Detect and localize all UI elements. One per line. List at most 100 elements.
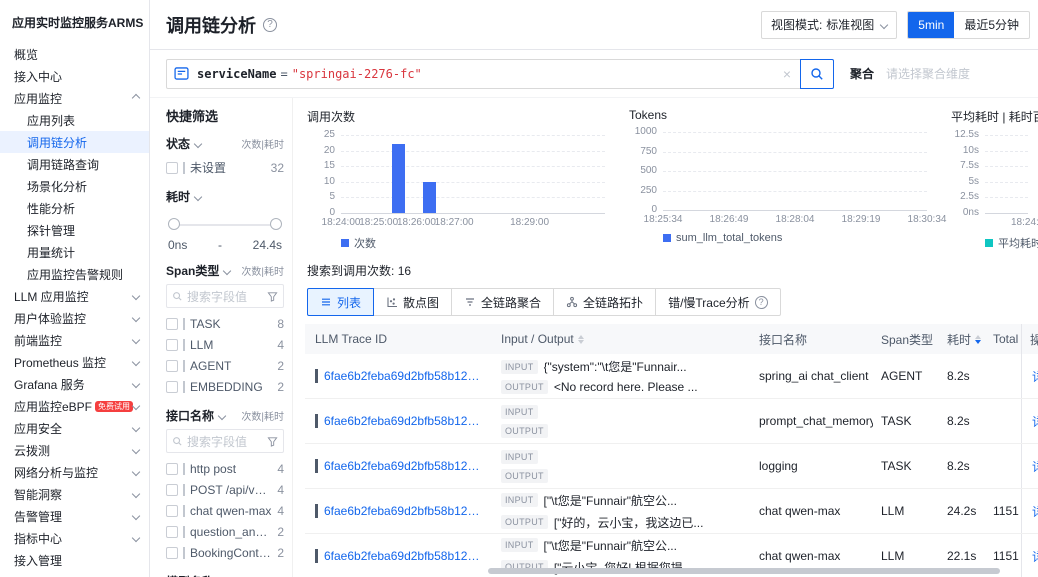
checkbox[interactable] [166,463,178,475]
chevron-down-icon [194,139,202,147]
aggregate-select[interactable]: 请选择聚合维度 [886,65,970,82]
sidebar-item[interactable]: Prometheus 监控 [0,351,149,373]
trace-id-link[interactable]: 6fae6b2feba69d2bfb58b12d5f9c4080 [324,414,485,428]
sidebar-item[interactable]: 告警管理 [0,505,149,527]
sidebar-item[interactable]: 网络分析与监控 [0,461,149,483]
col-span-type[interactable]: Span类型 [873,324,939,354]
col-input-output[interactable]: Input / Output [493,324,751,354]
search-button[interactable] [800,59,834,89]
filter-section-header[interactable]: 模型名称次数|耗时 [166,573,284,577]
filter-icon[interactable] [267,436,278,447]
filter-option[interactable]: http post4 [166,458,284,479]
sidebar-item[interactable]: LLM 应用监控 [0,285,149,307]
clear-icon[interactable]: × [774,66,800,82]
filter-search-input[interactable]: 搜索字段值 [166,284,284,308]
tab-scatter[interactable]: 散点图 [373,288,452,316]
horizontal-scrollbar[interactable] [488,568,1000,574]
sidebar-item[interactable]: Grafana 服务 [0,373,149,395]
checkbox[interactable] [166,505,178,517]
filter-option[interactable]: POST /api/v1/services...4 [166,479,284,500]
sidebar-item[interactable]: 前端监控 [0,329,149,351]
time-range-label[interactable]: 最近5分钟 [954,12,1029,38]
filter-option[interactable]: TASK8 [166,313,284,334]
filter-search-input[interactable]: 搜索字段值 [166,429,284,453]
sidebar-item[interactable]: 应用监控告警规则 [0,263,149,285]
sidebar-item[interactable]: 用户体验监控 [0,307,149,329]
sidebar-item[interactable]: 用量统计 [0,241,149,263]
filter-option[interactable]: BookingController.get... 2 [166,542,284,563]
col-trace-id[interactable]: LLM Trace ID [305,324,493,354]
time-quick-button[interactable]: 5min [908,12,954,38]
sort-icon[interactable] [578,335,584,344]
help-icon[interactable]: ? [755,296,768,309]
filter-section-header[interactable]: 状态次数|耗时 [166,135,284,152]
chart-legend[interactable]: sum_llm_total_tokens [663,232,937,244]
sidebar-item[interactable]: 调用链路查询 [0,153,149,175]
sidebar-item[interactable]: 指标中心 [0,527,149,549]
chart-legend[interactable]: 次数 [341,235,615,251]
checkbox[interactable] [166,547,178,559]
duration-slider[interactable] [168,215,282,235]
view-mode-value: 标准视图 [826,16,874,33]
tab-full-link-topology[interactable]: 全链路拓扑 [553,288,656,316]
trace-query-input[interactable]: serviceName="springai-2276-fc" × [166,59,834,89]
io-line: OUTPUT [501,424,554,438]
help-icon[interactable]: ? [263,18,277,32]
filter-section-header[interactable]: Span类型次数|耗时 [166,262,284,279]
sidebar-item[interactable]: 场景化分析 [0,175,149,197]
query-mode-icon[interactable] [174,66,189,81]
trace-id-link[interactable]: 6fae6b2feba69d2bfb58b12d5f9c4080 [324,459,485,473]
tab-full-link-aggregation[interactable]: 全链路聚合 [451,288,554,316]
details-link[interactable]: 详情 [1032,548,1038,565]
checkbox[interactable] [166,526,178,538]
sidebar-item[interactable]: 接入中心 [0,65,149,87]
filter-option[interactable]: chat qwen-max4 [166,500,284,521]
sidebar-item[interactable]: 应用安全 [0,417,149,439]
sidebar-item[interactable]: 应用监控eBPF版免费试用 [0,395,149,417]
tab-error-slow-trace[interactable]: 错/慢Trace分析 ? [655,288,781,316]
filter-option[interactable]: question_answer2 [166,521,284,542]
filter-section-header[interactable]: 耗时 [166,188,284,205]
checkbox[interactable] [166,381,178,393]
sidebar-item[interactable]: 智能洞察 [0,483,149,505]
checkbox[interactable] [166,318,178,330]
checkbox[interactable] [166,339,178,351]
filter-option[interactable]: 未设置32 [166,157,284,178]
filter-section-header[interactable]: 接口名称次数|耗时 [166,407,284,424]
sidebar-item[interactable]: 调用链分析 [0,131,149,153]
checkbox[interactable] [166,360,178,372]
chevron-down-icon [132,336,140,344]
sidebar-item[interactable]: 应用监控 [0,87,149,109]
filter-option[interactable]: AGENT2 [166,355,284,376]
filter-option[interactable]: EMBEDDING2 [166,376,284,397]
trace-id-link[interactable]: 6fae6b2feba69d2bfb58b12d5f9c4080 [324,549,485,563]
sort-desc-icon[interactable] [975,335,981,344]
col-total[interactable]: Total [985,324,1021,354]
col-interface-name[interactable]: 接口名称 [751,324,873,354]
slider-handle-max[interactable] [270,218,282,230]
filter-icon[interactable] [267,291,278,302]
sidebar-item[interactable]: 应用列表 [0,109,149,131]
filter-option-count: 2 [277,546,284,560]
col-duration[interactable]: 耗时 [939,324,985,354]
trace-id-link[interactable]: 6fae6b2feba69d2bfb58b12d5f9c4080 [324,369,485,383]
sidebar-item[interactable]: 探针管理 [0,219,149,241]
sidebar-item[interactable]: 云拨测 [0,439,149,461]
tab-list[interactable]: 列表 [307,288,374,316]
details-link[interactable]: 详情 [1032,458,1038,475]
checkbox[interactable] [166,484,178,496]
sidebar-item[interactable]: 概览 [0,43,149,65]
chart-legend[interactable]: 平均耗时 [985,235,1038,251]
details-link[interactable]: 详情 [1032,368,1038,385]
trace-id-link[interactable]: 6fae6b2feba69d2bfb58b12d5f9c4080 [324,504,485,518]
checkbox[interactable] [166,162,178,174]
filter-option-label: BookingController.get... [190,546,272,560]
details-link[interactable]: 详情 [1032,413,1038,430]
sidebar-item[interactable]: 接入管理 [0,549,149,571]
filter-option[interactable]: LLM4 [166,334,284,355]
sidebar-item[interactable]: 性能分析 [0,197,149,219]
slider-handle-min[interactable] [168,218,180,230]
details-link[interactable]: 详情 [1032,503,1038,520]
main-area: 调用链分析 ? 视图模式: 标准视图 5min 最近5分钟 serviceNam… [150,0,1038,577]
view-mode-select[interactable]: 视图模式: 标准视图 [761,11,897,39]
